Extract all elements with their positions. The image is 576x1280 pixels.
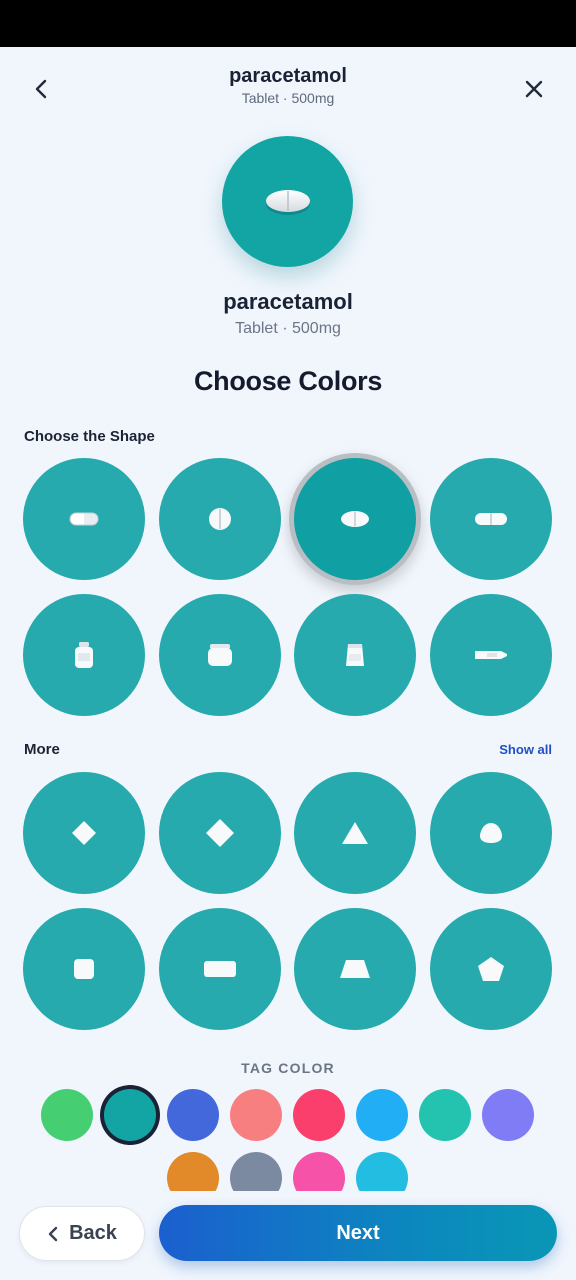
shape-option-pentagon[interactable] (430, 908, 552, 1030)
back-button-label: Back (69, 1222, 117, 1244)
next-button[interactable]: Next (159, 1205, 557, 1261)
shape-option-capsule[interactable] (23, 458, 145, 580)
color-swatch-orange[interactable] (167, 1152, 219, 1191)
round-tablet-icon (209, 508, 231, 530)
color-swatch-magenta[interactable] (293, 1152, 345, 1191)
diamond-icon (72, 821, 96, 845)
shape-option-oval-tablet[interactable] (294, 458, 416, 580)
close-button[interactable] (514, 69, 554, 109)
shape-option-triangle[interactable] (294, 772, 416, 894)
color-swatch-green[interactable] (41, 1089, 93, 1141)
page-subtitle: Tablet · 500mg (241, 90, 335, 106)
more-section-label: More (24, 741, 60, 758)
color-swatch-cyan[interactable] (356, 1152, 408, 1191)
page-title: paracetamol (229, 65, 347, 87)
square-icon (74, 959, 94, 979)
shape-option-tube[interactable] (430, 594, 552, 716)
trapezoid-icon (340, 960, 370, 978)
bottle-icon (75, 642, 93, 668)
header: paracetamol Tablet · 500mg (0, 47, 576, 123)
rectangle-icon (204, 961, 236, 977)
color-swatch-slate[interactable] (230, 1152, 282, 1191)
capsule-icon (69, 512, 99, 526)
color-swatch-coral[interactable] (230, 1089, 282, 1141)
pentagon-icon (478, 957, 504, 981)
tag-color-label: TAG COLOR (241, 1060, 335, 1076)
jar-icon (208, 644, 232, 666)
oval-tablet-icon (265, 189, 310, 215)
shape-option-diamond-small[interactable] (23, 772, 145, 894)
egg-icon (480, 823, 502, 843)
medication-details: Tablet · 500mg (235, 320, 341, 337)
shape-option-rectangle[interactable] (159, 908, 281, 1030)
tag-color-palette (0, 1080, 576, 1191)
medication-name: paracetamol (223, 289, 353, 314)
shape-option-trapezoid[interactable] (294, 908, 416, 1030)
pouch-icon (346, 644, 364, 666)
shape-option-diamond[interactable] (159, 772, 281, 894)
shape-option-bottle[interactable] (23, 594, 145, 716)
close-icon (525, 80, 543, 98)
shape-option-egg[interactable] (430, 772, 552, 894)
next-button-label: Next (336, 1221, 380, 1244)
shape-section-label: Choose the Shape (24, 428, 155, 445)
diamond-icon (206, 819, 234, 847)
shape-option-oblong-tablet[interactable] (430, 458, 552, 580)
triangle-icon (342, 822, 368, 844)
color-swatch-violet[interactable] (482, 1089, 534, 1141)
status-bar (0, 0, 576, 47)
shape-option-round-tablet[interactable] (159, 458, 281, 580)
back-button[interactable]: Back (19, 1206, 145, 1261)
show-all-link[interactable]: Show all (499, 742, 552, 757)
tube-icon (475, 651, 507, 659)
shape-option-square[interactable] (23, 908, 145, 1030)
shape-option-jar[interactable] (159, 594, 281, 716)
oval-tablet-icon (341, 511, 369, 527)
section-heading: Choose Colors (193, 366, 383, 396)
color-swatch-teal[interactable] (104, 1089, 156, 1141)
color-swatch-pink-red[interactable] (293, 1089, 345, 1141)
color-swatch-sky-blue[interactable] (356, 1089, 408, 1141)
color-swatch-turquoise[interactable] (419, 1089, 471, 1141)
medication-preview (222, 136, 353, 267)
shape-option-pouch[interactable] (294, 594, 416, 716)
color-swatch-blue[interactable] (167, 1089, 219, 1141)
chevron-left-icon (48, 1226, 58, 1241)
oblong-tablet-icon (475, 513, 507, 525)
